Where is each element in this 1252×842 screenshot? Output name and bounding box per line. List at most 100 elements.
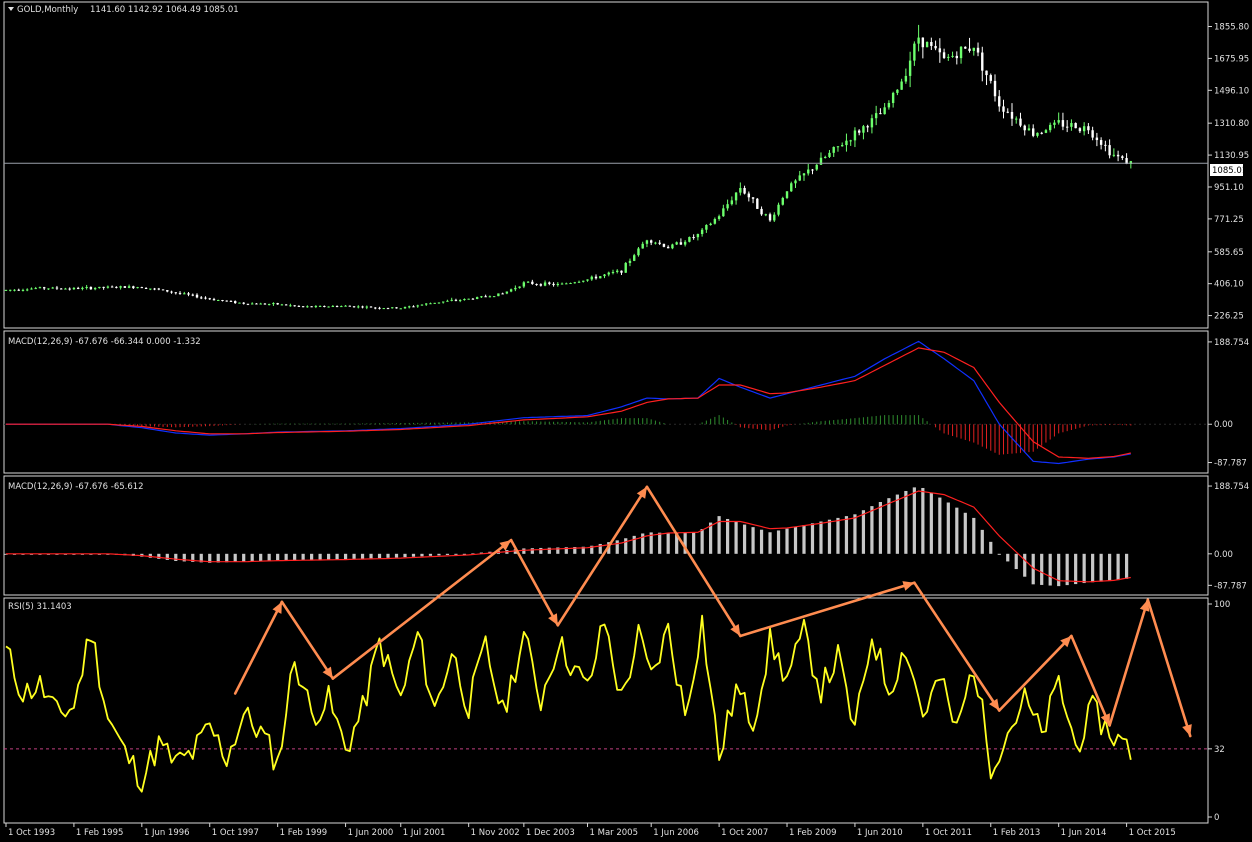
candle-body <box>921 37 925 48</box>
candle-body <box>395 307 398 309</box>
candle-body <box>747 193 751 198</box>
macd2-hist-bar <box>530 548 534 554</box>
macd2-hist-bar <box>1074 553 1078 585</box>
candle-body <box>887 103 891 108</box>
candle-body <box>21 289 25 291</box>
candle-body <box>59 288 63 290</box>
candle-body <box>688 237 691 242</box>
candle-body <box>297 305 301 307</box>
candle-body <box>1116 154 1120 157</box>
candle-body <box>849 140 852 142</box>
macd2-hist-bar <box>972 517 976 554</box>
candle-body <box>318 305 322 307</box>
candle-body <box>726 204 729 209</box>
candle-body <box>276 303 279 305</box>
candle-body <box>301 306 305 308</box>
price-tick-label-0: 1855.80 <box>1214 22 1249 32</box>
candle-body <box>717 216 721 220</box>
candle-body <box>526 281 530 283</box>
candle-body <box>200 297 203 299</box>
macd2-hist-bar <box>810 523 815 554</box>
macd2-hist-bar <box>742 524 747 554</box>
candle-body <box>463 298 466 301</box>
candle-body <box>420 304 424 306</box>
macd2-hist-bar <box>904 490 908 554</box>
candle-body <box>450 299 453 301</box>
candle-body <box>883 107 886 115</box>
candle-body <box>497 293 500 297</box>
macd2-hist-bar <box>827 519 832 554</box>
macd2-hist-bar <box>343 553 348 560</box>
candle-body <box>633 255 636 261</box>
macd2-hist-bar <box>233 553 237 562</box>
candle-body <box>1070 123 1073 127</box>
macd2-hist-bar <box>284 553 288 561</box>
candle-body <box>217 300 220 302</box>
candle-body <box>4 289 8 291</box>
candle-body <box>955 55 959 59</box>
candle-body <box>242 302 245 304</box>
candle-body <box>374 307 377 309</box>
candle-body <box>548 282 551 284</box>
candle-body <box>1040 132 1043 134</box>
candle-body <box>658 242 661 244</box>
macd2-hist-bar <box>1124 553 1129 579</box>
candle-body <box>484 296 487 298</box>
candle-body <box>1087 126 1090 131</box>
candle-body <box>535 284 538 286</box>
candle-body <box>696 234 700 238</box>
candle-body <box>938 48 942 53</box>
candle-body <box>425 303 428 305</box>
candle-body <box>908 60 912 76</box>
candle-body <box>412 306 415 308</box>
macd2-hist-bar <box>861 510 866 554</box>
candle-body <box>250 303 254 305</box>
price-tick-label-3: 1310.80 <box>1214 119 1249 129</box>
candle-body <box>866 126 869 128</box>
candle-body <box>13 289 16 291</box>
candle-body <box>577 281 581 283</box>
candle-body <box>352 306 356 308</box>
candle-body <box>637 248 640 256</box>
candle-body <box>976 47 980 53</box>
candle-body <box>38 287 42 289</box>
candle-body <box>149 288 152 290</box>
macd2-hist-bar <box>980 529 984 554</box>
macd1-tick-label-1: 0.00 <box>1214 420 1233 430</box>
candle-body <box>1006 111 1009 113</box>
x-tick-label-7: 1 Nov 2002 <box>471 828 520 838</box>
candle-body <box>344 305 347 307</box>
price-tick-label-6: 771.25 <box>1214 215 1244 225</box>
macd2-hist-bar <box>301 553 305 560</box>
macd2-hist-bar <box>658 532 662 554</box>
macd2-hist-bar <box>997 553 1001 555</box>
macd2-hist-bar <box>318 553 322 560</box>
rsi-tick-label-2: 0 <box>1214 813 1219 823</box>
candle-body <box>229 300 233 302</box>
candle-body <box>556 283 560 286</box>
candle-body <box>879 113 882 115</box>
macd2-hist-bar <box>946 502 950 554</box>
candle-body <box>942 52 946 58</box>
candle-body <box>832 146 835 153</box>
candle-body <box>807 169 810 174</box>
candle-body <box>679 242 683 245</box>
candle-body <box>195 294 199 298</box>
candle-body <box>1044 130 1048 133</box>
candle-body <box>221 300 224 302</box>
candle-body <box>119 286 122 288</box>
candle-body <box>340 306 343 308</box>
macd2-hist-bar <box>768 532 772 554</box>
candle-body <box>272 303 275 305</box>
candle-body <box>284 304 288 306</box>
gold-monthly-chart[interactable]: 1855.80 1675.95 1496.10 1310.80 1130.95 951.1… <box>0 0 1252 842</box>
candle-body <box>1015 118 1018 120</box>
candle-body <box>327 306 330 308</box>
macd2-tick-label-2: -87.787 <box>1214 581 1247 591</box>
macd2-hist-bar <box>420 553 424 557</box>
candle-body <box>157 288 161 290</box>
candle-body <box>790 183 793 192</box>
candle-body <box>968 48 971 51</box>
candle-body <box>700 229 704 235</box>
candle-body <box>454 299 458 301</box>
